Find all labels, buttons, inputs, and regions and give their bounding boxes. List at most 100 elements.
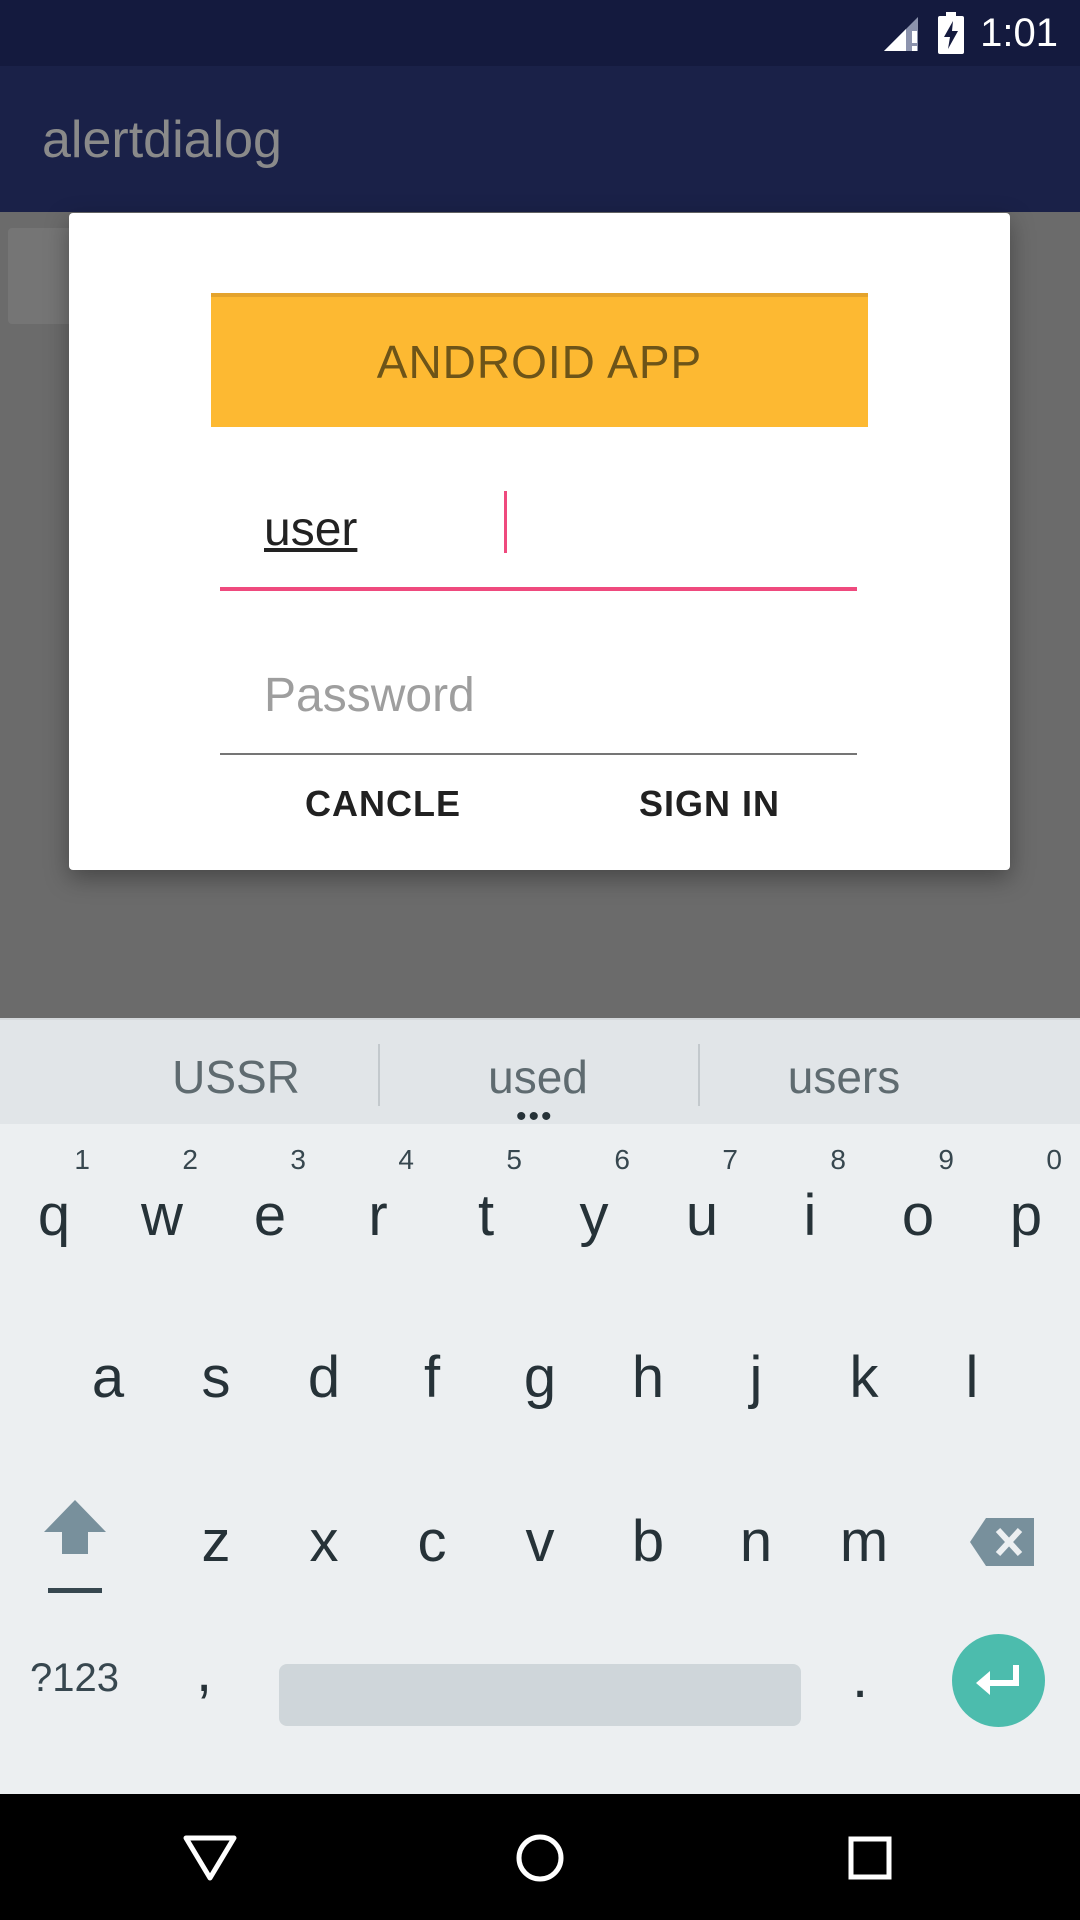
key-char: u <box>685 1183 719 1248</box>
key-hint: 4 <box>398 1144 414 1175</box>
key-l[interactable]: l <box>918 1298 1026 1458</box>
more-suggestions-icon[interactable]: ••• <box>516 1102 554 1132</box>
key-char: t <box>477 1183 495 1248</box>
key-e[interactable]: 3e <box>216 1136 324 1296</box>
key-hint: 6 <box>614 1144 630 1175</box>
key-char: y <box>579 1183 609 1248</box>
app-title: alertdialog <box>42 111 282 169</box>
cancel-button[interactable]: CANCLE <box>305 783 461 825</box>
key-row-2: a s d f g h j k l <box>0 1298 1080 1458</box>
key-char: x <box>309 1509 339 1574</box>
key-char: c <box>417 1509 447 1574</box>
key-x[interactable]: x <box>270 1462 378 1622</box>
key-f[interactable]: f <box>378 1298 486 1458</box>
battery-charging-icon <box>938 12 965 54</box>
key-char: p <box>1009 1183 1043 1248</box>
suggestion-strip: USSR used users ••• <box>0 1018 1080 1132</box>
login-dialog: ANDROID APP CANCLE SIGN IN <box>69 213 1010 870</box>
navigation-bar <box>0 1794 1080 1920</box>
shift-icon[interactable] <box>30 1492 120 1602</box>
username-input[interactable] <box>264 502 824 557</box>
key-row-1: 1q 2w 3e 4r 5t 6y 7u 8i 9o 0p <box>0 1136 1080 1296</box>
key-hint: 3 <box>290 1144 306 1175</box>
key-char: z <box>201 1509 231 1574</box>
key-h[interactable]: h <box>594 1298 702 1458</box>
key-j[interactable]: j <box>702 1298 810 1458</box>
back-icon[interactable] <box>178 1826 242 1890</box>
key-hint: 1 <box>74 1144 90 1175</box>
key-char: h <box>631 1345 665 1410</box>
key-char: o <box>901 1183 935 1248</box>
key-r[interactable]: 4r <box>324 1136 432 1296</box>
key-o[interactable]: 9o <box>864 1136 972 1296</box>
period-key[interactable]: . <box>852 1644 868 1711</box>
key-hint: 5 <box>506 1144 522 1175</box>
key-m[interactable]: m <box>810 1462 918 1622</box>
key-char: v <box>525 1509 555 1574</box>
key-char: r <box>368 1183 388 1248</box>
dialog-header-text: ANDROID APP <box>376 336 703 388</box>
key-a[interactable]: a <box>54 1298 162 1458</box>
key-z[interactable]: z <box>162 1462 270 1622</box>
key-char: q <box>37 1183 71 1248</box>
key-char: j <box>749 1345 763 1410</box>
key-g[interactable]: g <box>486 1298 594 1458</box>
key-v[interactable]: v <box>486 1462 594 1622</box>
key-hint: 8 <box>830 1144 846 1175</box>
text-cursor <box>504 491 507 553</box>
key-char: f <box>423 1345 441 1410</box>
key-y[interactable]: 6y <box>540 1136 648 1296</box>
key-hint: 0 <box>1046 1144 1062 1175</box>
enter-icon <box>974 1659 1024 1702</box>
key-char: a <box>91 1345 125 1410</box>
backspace-icon[interactable] <box>968 1512 1038 1572</box>
key-char: g <box>523 1345 557 1410</box>
dialog-actions: CANCLE SIGN IN <box>69 783 1010 853</box>
key-c[interactable]: c <box>378 1462 486 1622</box>
key-p[interactable]: 0p <box>972 1136 1080 1296</box>
suggestion-item[interactable]: USSR <box>86 1050 386 1104</box>
key-hint: 9 <box>938 1144 954 1175</box>
suggestion-divider <box>378 1044 380 1106</box>
app-bar: alertdialog <box>0 66 1080 212</box>
key-char: k <box>849 1345 879 1410</box>
suggestion-item[interactable]: used <box>388 1050 688 1104</box>
suggestion-item[interactable]: users <box>694 1050 994 1104</box>
key-char: d <box>307 1345 341 1410</box>
password-field[interactable] <box>220 643 857 755</box>
key-char: b <box>631 1509 665 1574</box>
soft-keyboard: USSR used users ••• 1q 2w 3e 4r 5t 6y 7u… <box>0 1018 1080 1794</box>
key-t[interactable]: 5t <box>432 1136 540 1296</box>
key-char: w <box>141 1183 183 1248</box>
key-w[interactable]: 2w <box>108 1136 216 1296</box>
symbols-key[interactable]: ?123 <box>30 1656 119 1701</box>
key-hint: 7 <box>722 1144 738 1175</box>
home-icon[interactable] <box>508 1826 572 1890</box>
key-char: l <box>965 1345 979 1410</box>
key-char: s <box>201 1345 231 1410</box>
key-char: e <box>253 1183 287 1248</box>
key-char: n <box>739 1509 773 1574</box>
key-row-3: z x c v b n m <box>0 1462 1080 1622</box>
username-field[interactable] <box>220 471 857 591</box>
key-d[interactable]: d <box>270 1298 378 1458</box>
key-k[interactable]: k <box>810 1298 918 1458</box>
comma-key[interactable]: , <box>196 1638 212 1705</box>
dialog-header: ANDROID APP <box>211 293 868 427</box>
signal-icon <box>882 13 922 53</box>
recent-apps-icon[interactable] <box>838 1826 902 1890</box>
key-q[interactable]: 1q <box>0 1136 108 1296</box>
key-hint: 2 <box>182 1144 198 1175</box>
key-b[interactable]: b <box>594 1462 702 1622</box>
password-input[interactable] <box>264 668 824 723</box>
status-time: 1:01 <box>980 10 1058 55</box>
status-bar: 1:01 <box>0 0 1080 66</box>
sign-in-button[interactable]: SIGN IN <box>639 783 780 825</box>
key-char: m <box>839 1509 889 1574</box>
key-u[interactable]: 7u <box>648 1136 756 1296</box>
key-s[interactable]: s <box>162 1298 270 1458</box>
key-n[interactable]: n <box>702 1462 810 1622</box>
space-bar[interactable] <box>279 1664 801 1726</box>
key-i[interactable]: 8i <box>756 1136 864 1296</box>
enter-key[interactable] <box>952 1634 1045 1727</box>
